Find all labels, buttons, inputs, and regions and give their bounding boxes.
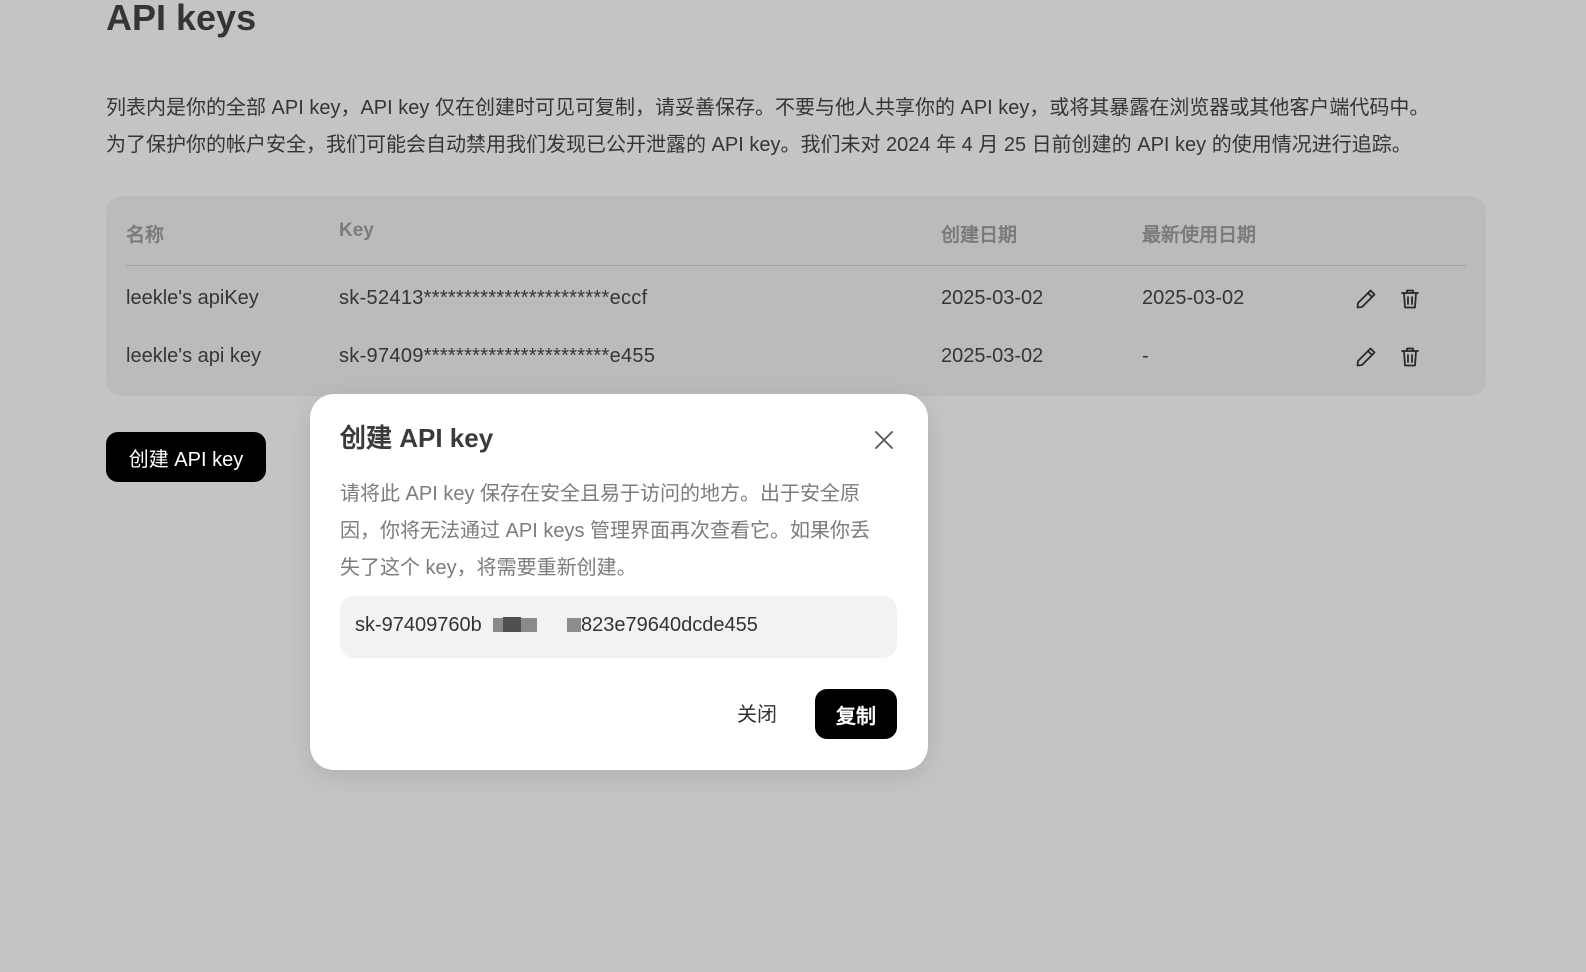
masked-key: sk-52413***********************eccf [339, 287, 648, 309]
dialog-title: 创建 API key [340, 423, 494, 453]
page-description: 列表内是你的全部 API key，API key 仅在创建时可见可复制，请妥善保… [106, 90, 1496, 164]
close-icon[interactable] [870, 426, 898, 454]
key-name: leekle's api key [126, 345, 261, 367]
dialog-message-line: 失了这个 key，将需要重新创建。 [340, 557, 637, 579]
column-header-created: 创建日期 [941, 225, 1018, 246]
column-header-last-used: 最新使用日期 [1142, 225, 1257, 246]
redaction-block [567, 618, 581, 632]
description-line: 为了保护你的帐户安全，我们可能会自动禁用我们发现已公开泄露的 API key。我… [106, 134, 1412, 156]
create-api-key-dialog: 创建 API key 请将此 API key 保存在安全且易于访问的地方。出于安… [310, 394, 928, 770]
new-key-field[interactable]: sk-97409760b 823e79640dcde455 [340, 596, 897, 658]
created-date: 2025-03-02 [941, 287, 1044, 309]
last-used-date: 2025-03-02 [1142, 287, 1245, 309]
table-row: leekle's apiKey sk-52413****************… [126, 279, 1466, 319]
last-used-date: - [1142, 345, 1149, 367]
redaction-block [503, 617, 521, 632]
pencil-icon[interactable] [1352, 285, 1380, 313]
description-line: 列表内是你的全部 API key，API key 仅在创建时可见可复制，请妥善保… [106, 97, 1430, 119]
trash-icon[interactable] [1396, 343, 1424, 371]
row-actions [1352, 285, 1432, 313]
created-date: 2025-03-02 [941, 345, 1044, 367]
masked-key: sk-97409***********************e455 [339, 345, 656, 367]
dialog-message: 请将此 API key 保存在安全且易于访问的地方。出于安全原 因，你将无法通过… [340, 476, 900, 587]
new-key-suffix: 823e79640dcde455 [581, 614, 758, 636]
copy-button[interactable]: 复制 [815, 689, 897, 739]
key-name: leekle's apiKey [126, 287, 259, 309]
create-api-key-button[interactable]: 创建 API key [106, 432, 266, 482]
trash-icon[interactable] [1396, 285, 1424, 313]
close-button[interactable]: 关闭 [722, 692, 792, 732]
dialog-message-line: 因，你将无法通过 API keys 管理界面再次查看它。如果你丢 [340, 520, 871, 542]
dialog-message-line: 请将此 API key 保存在安全且易于访问的地方。出于安全原 [340, 483, 861, 505]
table-row: leekle's api key sk-97409***************… [126, 337, 1466, 377]
table-header: 名称 Key 创建日期 最新使用日期 [126, 196, 1466, 266]
column-header-key: Key [339, 220, 374, 241]
api-keys-page: API keys 列表内是你的全部 API key，API key 仅在创建时可… [0, 0, 1586, 972]
new-key-prefix: sk-97409760b [355, 614, 482, 636]
column-header-name: 名称 [126, 225, 165, 246]
page-title: API keys [106, 0, 257, 38]
api-keys-table: 名称 Key 创建日期 最新使用日期 leekle's apiKey sk-52… [106, 196, 1486, 396]
row-actions [1352, 343, 1432, 371]
pencil-icon[interactable] [1352, 343, 1380, 371]
